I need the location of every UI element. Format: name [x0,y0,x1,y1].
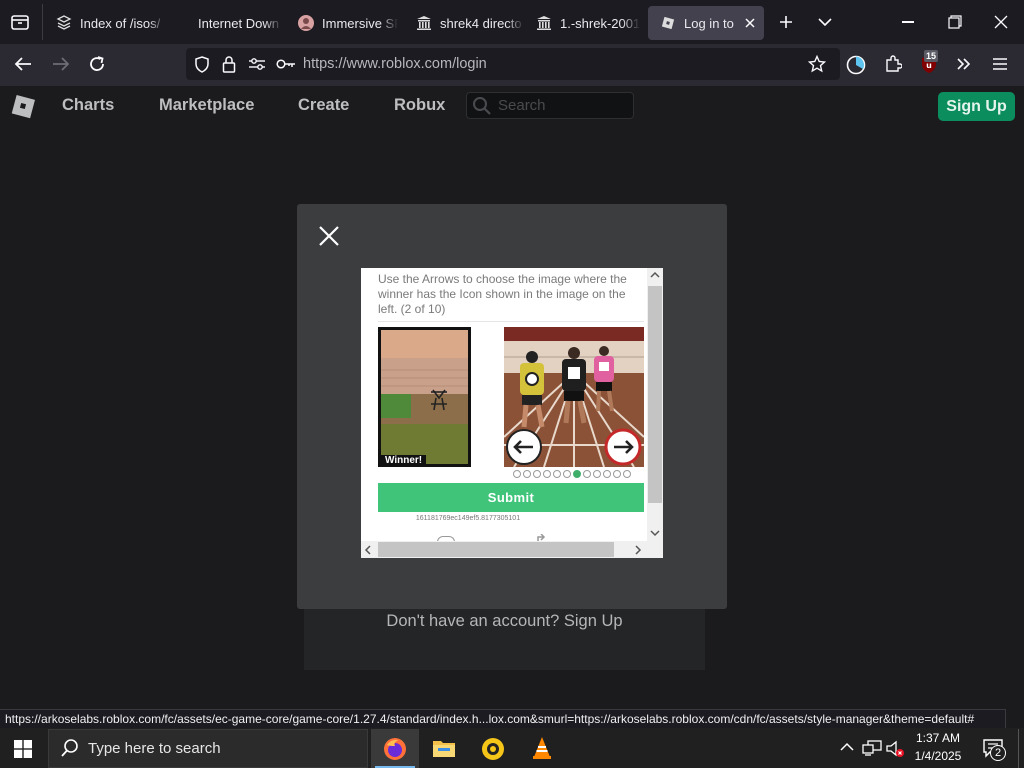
vlc-cone-icon [530,736,554,760]
status-link-preview: https://arkoselabs.roblox.com/fc/assets/… [0,709,1006,729]
progress-dot [613,470,621,478]
tab-shrek4[interactable]: shrek4 directo [404,6,524,40]
nav-charts[interactable]: Charts [62,96,114,115]
key-icon[interactable] [276,58,296,70]
back-icon[interactable] [14,56,32,72]
url-text[interactable]: https://www.roblox.com/login [303,56,487,72]
scroll-down-icon[interactable] [650,529,660,537]
captcha-instructions: Use the Arrows to choose the image where… [378,272,627,316]
clock-time[interactable]: 1:37 AM [906,731,970,745]
reload-icon[interactable] [88,55,106,73]
lock-icon[interactable] [222,55,236,73]
progress-dot [543,470,551,478]
permissions-icon[interactable] [248,57,266,71]
archive-icon [56,15,72,31]
reference-image [378,327,471,467]
windows-start-icon[interactable] [14,740,32,758]
network-icon[interactable] [862,740,882,756]
scroll-right-icon[interactable] [634,545,642,555]
tab-roblox-login[interactable]: Log in to R [648,6,764,40]
volume-muted-icon[interactable] [886,740,906,758]
arrow-right-button[interactable] [604,428,642,466]
progress-dots [513,470,631,478]
signup-button[interactable]: Sign Up [938,92,1015,121]
progress-dot [603,470,611,478]
progress-dot [563,470,571,478]
firefox-icon [383,737,407,761]
show-desktop-divider[interactable] [1018,729,1019,768]
scroll-up-icon[interactable] [650,271,660,279]
svg-text:u: u [926,61,932,70]
close-icon[interactable] [318,225,340,247]
show-hidden-icons-chevron-icon[interactable] [840,742,854,752]
close-tab-icon[interactable] [744,17,756,29]
nav-create[interactable]: Create [298,96,349,115]
arrow-left-button[interactable] [505,428,543,466]
tab-list-chevron-icon[interactable] [818,16,832,28]
taskbar-search-placeholder: Type here to search [88,740,221,757]
progress-dot [513,470,521,478]
no-account-signup-link[interactable]: Don't have an account? Sign Up [304,612,705,631]
overflow-chevrons-icon[interactable] [956,57,972,71]
progress-dot [523,470,531,478]
roblox-logo-icon[interactable] [8,91,38,121]
minimize-icon[interactable] [902,21,914,23]
horizontal-scroll-thumb[interactable] [378,542,614,557]
scroll-left-icon[interactable] [364,545,372,555]
login-card-footer [304,600,705,670]
submit-button[interactable]: Submit [378,483,644,512]
tab-internet-down[interactable]: Internet Down [186,6,282,40]
session-id: 161181769ec149ef5.8177305101 [415,515,521,522]
progress-dot [593,470,601,478]
app-yellow-icon [481,737,505,761]
notification-count-badge: 2 [990,745,1006,761]
new-tab-icon[interactable] [778,14,794,30]
vpn-extension-icon[interactable] [846,55,866,75]
search-icon [60,738,80,758]
shield-icon[interactable] [194,56,210,73]
close-window-icon[interactable] [994,15,1008,29]
clock-date[interactable]: 1/4/2025 [906,749,970,763]
hamburger-menu-icon[interactable] [992,57,1008,71]
tab-overview-icon[interactable] [10,12,30,32]
winner-label: Winner! [381,455,427,467]
forward-icon[interactable] [52,56,70,72]
restore-icon[interactable] [948,15,962,29]
progress-dot [553,470,561,478]
nav-marketplace[interactable]: Marketplace [159,96,254,115]
bookmark-star-icon[interactable] [808,55,826,73]
roblox-icon [660,15,676,31]
divider [378,321,644,322]
tab-divider [42,4,43,40]
taskbar-vlc[interactable] [518,729,566,768]
tab-label: Log in to R [684,15,736,31]
extension-badge: 15 [924,50,939,62]
progress-dot [623,470,631,478]
taskbar-firefox[interactable] [371,729,419,768]
progress-dot [583,470,591,478]
taskbar-file-explorer[interactable] [420,729,468,768]
tab-shrek-2001[interactable]: 1.-shrek-2001 [524,6,640,40]
tab-immersive[interactable]: Immersive SF [286,6,398,40]
progress-dot [573,470,581,478]
tab-isos[interactable]: Index of /isos/ [44,6,166,40]
progress-dot [533,470,541,478]
archive-building-icon [416,15,432,31]
avatar-icon [298,15,314,31]
search-placeholder: Search [498,97,546,114]
vertical-scroll-thumb[interactable] [648,286,662,503]
browser-tab-bar: Index of /isos/ Internet Down Immersive … [0,0,1024,44]
folder-icon [432,738,456,758]
extensions-puzzle-icon[interactable] [884,55,902,73]
search-icon [472,96,492,116]
archive-building-icon [536,15,552,31]
nav-robux[interactable]: Robux [394,96,445,115]
taskbar-app-yellow[interactable] [469,729,517,768]
